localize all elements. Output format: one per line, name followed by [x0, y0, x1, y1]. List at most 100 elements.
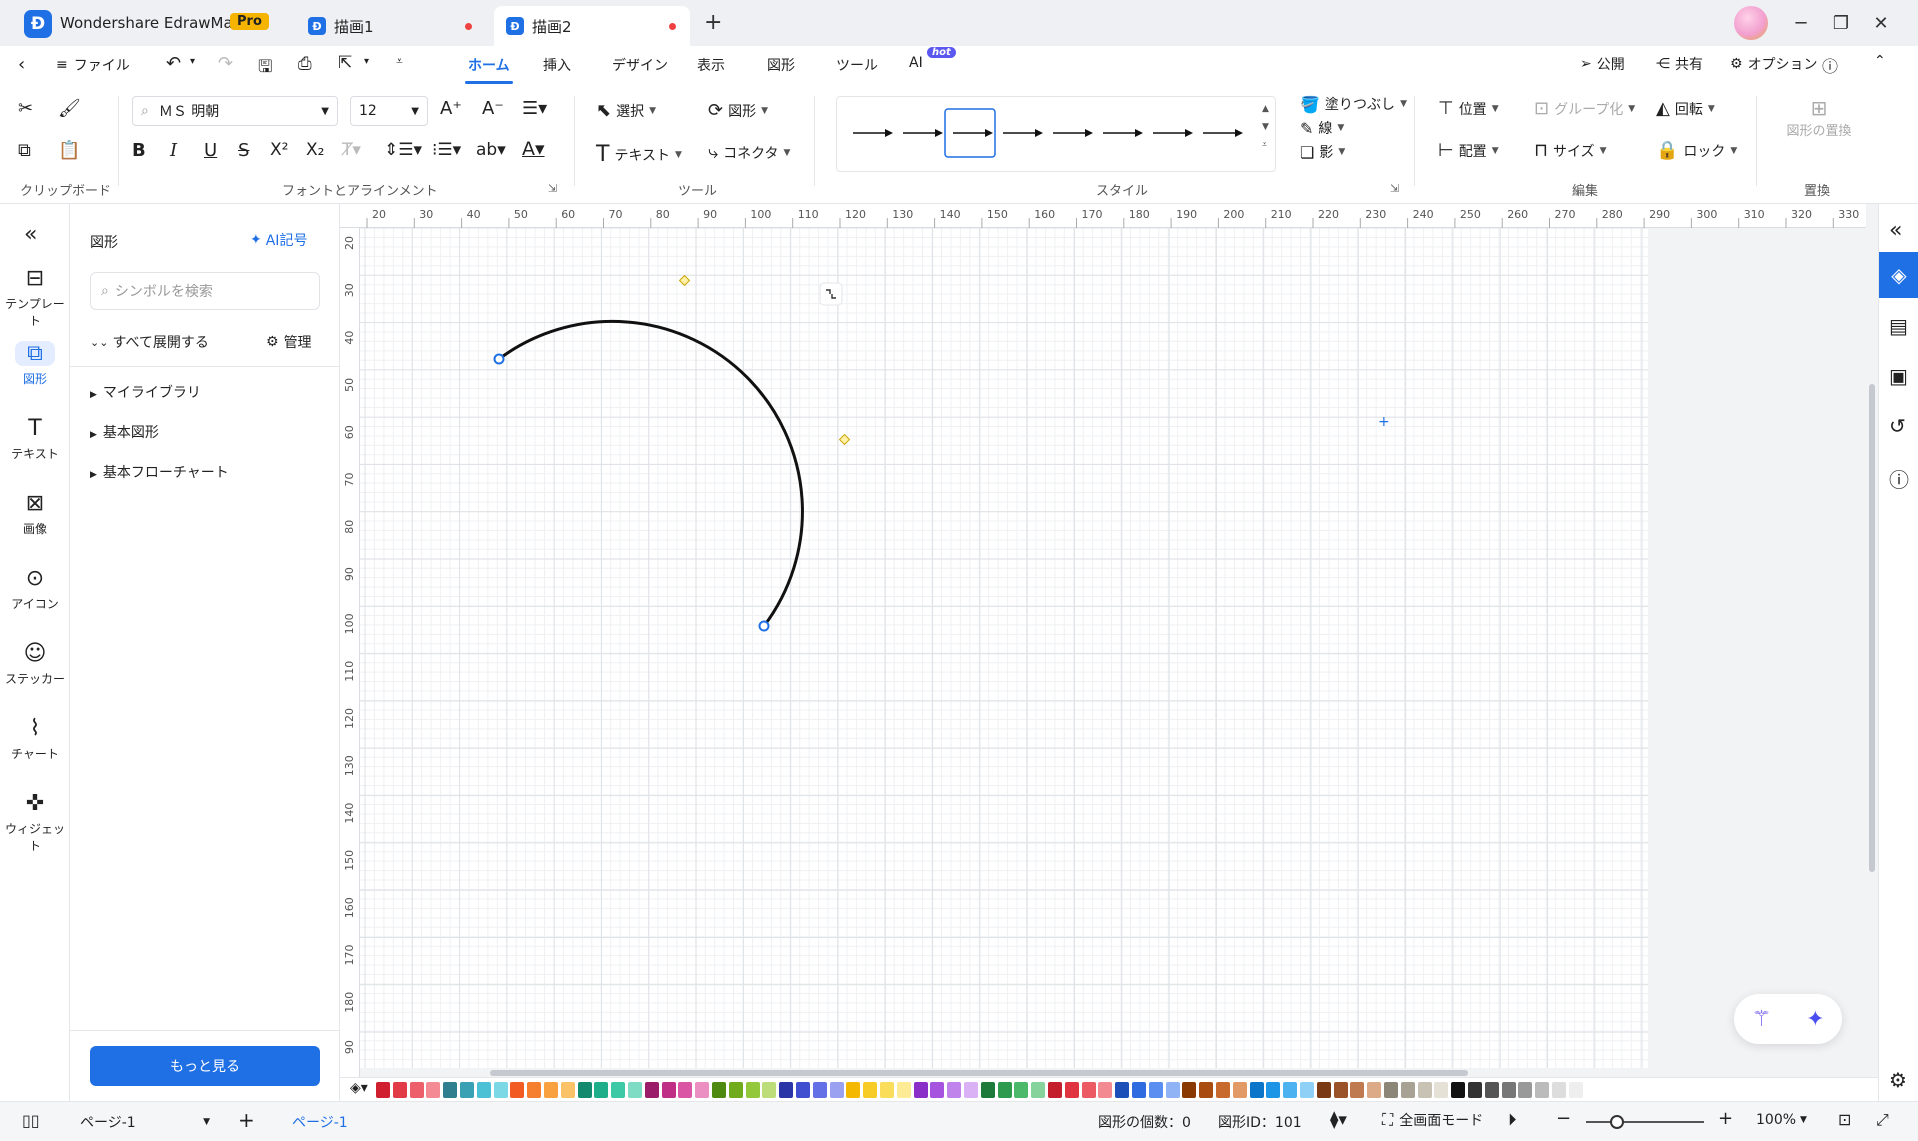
color-swatch[interactable]	[1249, 1082, 1264, 1098]
copy-icon[interactable]: ⧉	[18, 140, 31, 161]
tab-drawing2[interactable]: Ð 描画2	[494, 6, 690, 46]
zoom-in-icon[interactable]: +	[1718, 1108, 1733, 1129]
color-swatch[interactable]	[1384, 1082, 1398, 1098]
increase-font-icon[interactable]: A⁺	[440, 98, 462, 119]
color-swatch[interactable]	[476, 1082, 491, 1098]
help-circle-icon[interactable]: ⓘ	[1889, 464, 1909, 493]
color-swatch[interactable]	[1367, 1082, 1382, 1098]
save-icon[interactable]: 🖫	[258, 54, 272, 83]
collapse-ribbon-icon[interactable]: ⌃	[1874, 53, 1886, 69]
tab-view[interactable]: 表示	[697, 55, 725, 75]
line-button[interactable]: ✎ 線 ▼	[1300, 118, 1344, 138]
play-icon[interactable]: ⏵	[1508, 1110, 1517, 1130]
color-swatch[interactable]	[1333, 1082, 1348, 1098]
color-swatch[interactable]	[980, 1082, 995, 1098]
new-tab-plus-icon[interactable]: +	[704, 10, 722, 35]
collapse-panel-icon[interactable]: «	[24, 222, 37, 247]
restore-icon[interactable]: ❐	[1828, 10, 1854, 36]
bullets-icon[interactable]: ⁝☰▾	[432, 140, 461, 160]
color-swatch[interactable]	[392, 1082, 407, 1098]
color-swatch[interactable]	[1400, 1082, 1415, 1098]
gallery-scroll-icon[interactable]: ▲ ▼ ⩡	[1262, 100, 1269, 154]
tab-ai[interactable]: AI	[909, 55, 923, 71]
add-page-icon[interactable]: +	[238, 1108, 255, 1132]
tab-tools[interactable]: ツール	[836, 55, 878, 75]
document-properties-icon[interactable]: ▤	[1889, 314, 1908, 338]
line-spacing-icon[interactable]: ⇕☰▾	[384, 140, 422, 160]
strikethrough-icon[interactable]: S	[238, 140, 249, 161]
options-button[interactable]: ⚙ オプション	[1730, 54, 1818, 74]
vertical-scrollbar-track[interactable]	[1866, 204, 1878, 1077]
color-swatch[interactable]	[460, 1082, 474, 1098]
more-button[interactable]: もっと見る	[90, 1046, 320, 1086]
fit-width-icon[interactable]: ⤢	[1876, 1110, 1889, 1130]
color-swatch[interactable]	[611, 1082, 626, 1098]
color-swatch[interactable]	[1031, 1082, 1046, 1098]
font-dialog-launcher-icon[interactable]: ⇲	[548, 182, 557, 195]
rail-item-sticker[interactable]: ☺ ステッカー	[0, 641, 70, 687]
color-swatch[interactable]	[1451, 1082, 1466, 1098]
color-swatch[interactable]	[1535, 1082, 1550, 1098]
line-style-preset[interactable]	[853, 129, 893, 137]
arc-end-handle[interactable]	[758, 620, 770, 632]
export-icon[interactable]: ⇱	[338, 53, 352, 73]
shadow-button[interactable]: ❏ 影 ▼	[1300, 142, 1345, 162]
drawing-canvas[interactable]: 20 30 40 50 60 70 80 90 100 110 120 130 140 150 160 170…	[340, 204, 1878, 1077]
group-button[interactable]: ⊡ グループ化 ▼	[1534, 98, 1635, 119]
rail-item-widget[interactable]: ✜ ウィジェット	[0, 791, 70, 854]
color-swatch[interactable]	[426, 1082, 441, 1098]
select-tool-button[interactable]: ⬉ 選択 ▼	[596, 100, 656, 121]
color-swatch[interactable]	[1165, 1082, 1180, 1098]
color-swatch[interactable]	[896, 1082, 911, 1098]
library-item-basic-flowchart[interactable]: ▶ 基本フローチャート	[90, 462, 229, 482]
color-swatch[interactable]	[1266, 1082, 1281, 1098]
shape-tool-button[interactable]: ⟳ 図形 ▼	[708, 100, 768, 121]
back-arrow-icon[interactable]: ‹	[18, 54, 25, 75]
library-item-my-library[interactable]: ▶ マイライブラリ	[90, 382, 201, 402]
rail-item-text[interactable]: T テキスト	[0, 416, 70, 462]
font-color-icon[interactable]: A▾	[522, 138, 545, 160]
superscript-icon[interactable]: X²	[270, 140, 288, 160]
style-dialog-launcher-icon[interactable]: ⇲	[1390, 182, 1399, 195]
color-swatch[interactable]	[1232, 1082, 1247, 1098]
color-swatch[interactable]	[1484, 1082, 1499, 1098]
close-icon[interactable]: ✕	[1868, 10, 1894, 36]
history-icon[interactable]: ↺	[1889, 414, 1906, 438]
rail-item-shapes[interactable]: ⧉ 図形	[0, 341, 70, 387]
rail-item-icon[interactable]: ⊙ アイコン	[0, 566, 70, 612]
color-swatch[interactable]	[1064, 1082, 1079, 1098]
line-style-preset[interactable]	[1003, 129, 1043, 137]
settings-gear-icon[interactable]: ⚙	[1889, 1068, 1907, 1092]
color-swatch[interactable]	[527, 1082, 542, 1098]
color-swatch[interactable]	[678, 1082, 693, 1098]
align-button[interactable]: ⊢ 配置 ▼	[1438, 140, 1499, 161]
customize-quick-access-icon[interactable]: ⩡	[396, 54, 403, 69]
text-align-icon[interactable]: ☰▾	[522, 98, 547, 119]
avatar[interactable]	[1734, 6, 1768, 40]
color-swatch[interactable]	[930, 1082, 945, 1098]
ai-symbol-button[interactable]: ✦ AI記号	[250, 230, 307, 250]
color-swatch[interactable]	[1115, 1082, 1130, 1098]
color-swatch[interactable]	[1350, 1082, 1365, 1098]
color-swatch[interactable]	[1552, 1082, 1566, 1098]
line-style-preset[interactable]	[903, 129, 943, 137]
position-button[interactable]: ⊤ 位置 ▼	[1438, 98, 1499, 119]
help-icon[interactable]: ⓘ	[1822, 53, 1838, 77]
zoom-slider[interactable]	[1586, 1115, 1704, 1129]
page-select[interactable]: ページ-1 ▼	[80, 1112, 210, 1132]
color-swatch[interactable]	[594, 1082, 609, 1098]
rail-item-chart[interactable]: ⌇ チャート	[0, 716, 70, 762]
color-swatch[interactable]	[913, 1082, 928, 1098]
line-style-preset[interactable]	[1053, 129, 1093, 137]
color-swatch[interactable]	[1501, 1082, 1516, 1098]
file-menu[interactable]: ≡ ファイル	[56, 55, 130, 75]
manage-button[interactable]: ⚙ 管理	[266, 332, 312, 352]
color-swatch[interactable]	[1098, 1082, 1113, 1098]
replace-shape-button[interactable]: ⊞ 図形の置換	[1774, 96, 1864, 139]
tab-home[interactable]: ホーム	[465, 55, 513, 84]
color-swatch[interactable]	[745, 1082, 760, 1098]
presentation-icon[interactable]: ▣	[1889, 364, 1908, 388]
fullscreen-button[interactable]: ⛶ 全画面モード	[1382, 1110, 1483, 1130]
rail-item-image[interactable]: ⊠ 画像	[0, 491, 70, 537]
color-swatch[interactable]	[1468, 1082, 1482, 1098]
